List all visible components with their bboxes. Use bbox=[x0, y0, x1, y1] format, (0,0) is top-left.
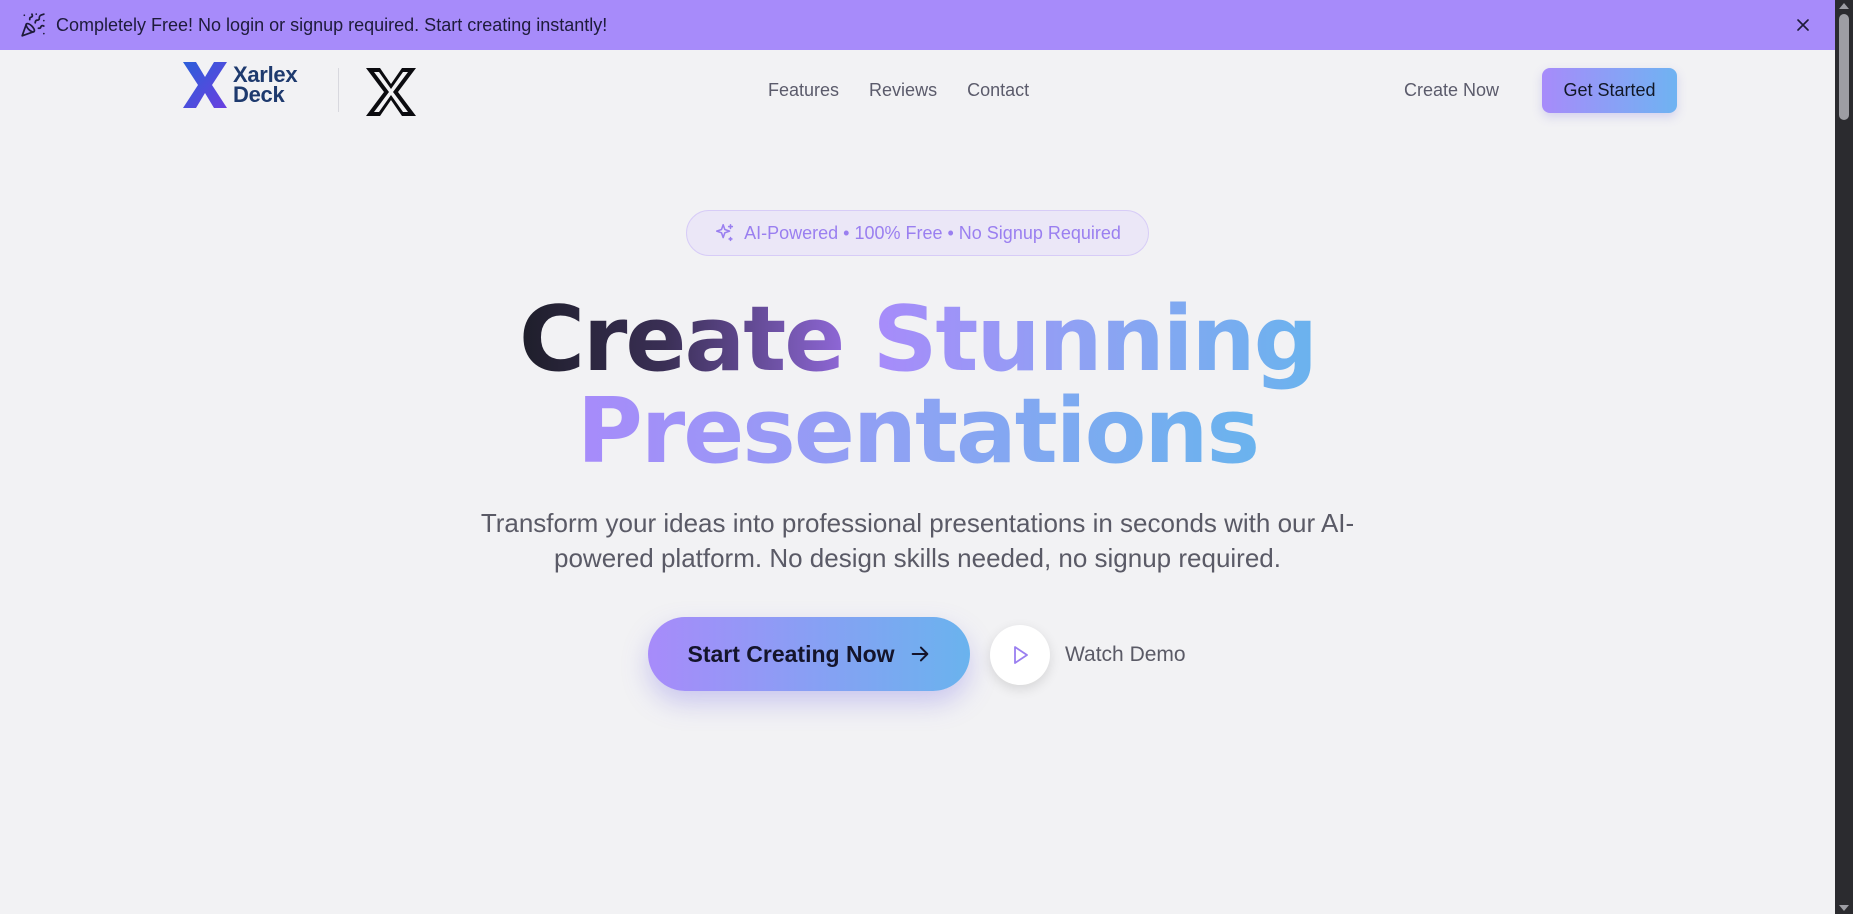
headline-line2: Presentations bbox=[0, 386, 1835, 478]
watch-demo-label[interactable]: Watch Demo bbox=[1065, 643, 1186, 667]
headline-presentations: Presentations bbox=[576, 379, 1260, 484]
cta-label: Start Creating Now bbox=[687, 640, 895, 667]
watch-demo-button[interactable] bbox=[990, 625, 1050, 685]
hero-subtitle: Transform your ideas into professional p… bbox=[480, 508, 1355, 573]
nav-link-reviews[interactable]: Reviews bbox=[869, 80, 937, 101]
nav-link-contact[interactable]: Contact bbox=[967, 80, 1029, 101]
xarlex-deck-logo[interactable]: Xarlex Deck bbox=[180, 60, 298, 110]
scroll-down-arrow[interactable] bbox=[1839, 905, 1849, 911]
feature-badge: AI-Powered • 100% Free • No Signup Requi… bbox=[686, 210, 1149, 256]
announcement-banner: Completely Free! No login or signup requ… bbox=[0, 0, 1835, 50]
scroll-up-arrow[interactable] bbox=[1839, 3, 1849, 9]
badge-text: AI-Powered • 100% Free • No Signup Requi… bbox=[744, 222, 1121, 243]
logo-line2: Deck bbox=[233, 82, 285, 107]
sparkles-icon bbox=[716, 223, 734, 242]
party-popper-icon bbox=[20, 12, 46, 38]
xarlex-logo-mark-icon bbox=[183, 62, 227, 108]
arrow-right-icon bbox=[911, 646, 928, 662]
logo-divider bbox=[338, 68, 339, 112]
nav-links: Features Reviews Contact bbox=[768, 80, 1029, 101]
nav-link-features[interactable]: Features bbox=[768, 80, 839, 101]
get-started-button[interactable]: Get Started bbox=[1542, 68, 1677, 113]
banner-text: Completely Free! No login or signup requ… bbox=[56, 14, 608, 35]
headline-line1: Create Stunning bbox=[0, 294, 1835, 386]
x-logo-icon[interactable] bbox=[364, 66, 418, 118]
headline-create: Create bbox=[518, 287, 845, 392]
start-creating-button[interactable]: Start Creating Now bbox=[648, 617, 970, 691]
scrollbar[interactable] bbox=[1835, 0, 1853, 914]
create-now-link[interactable]: Create Now bbox=[1404, 80, 1499, 101]
close-icon[interactable] bbox=[1791, 13, 1815, 37]
scrollbar-thumb[interactable] bbox=[1839, 14, 1849, 120]
play-icon bbox=[1014, 646, 1028, 664]
navbar: Xarlex Deck Features Reviews Contact Cre… bbox=[0, 50, 1835, 132]
logo-wordmark: Xarlex Deck bbox=[233, 64, 298, 107]
headline-stunning: Stunning bbox=[872, 287, 1318, 392]
